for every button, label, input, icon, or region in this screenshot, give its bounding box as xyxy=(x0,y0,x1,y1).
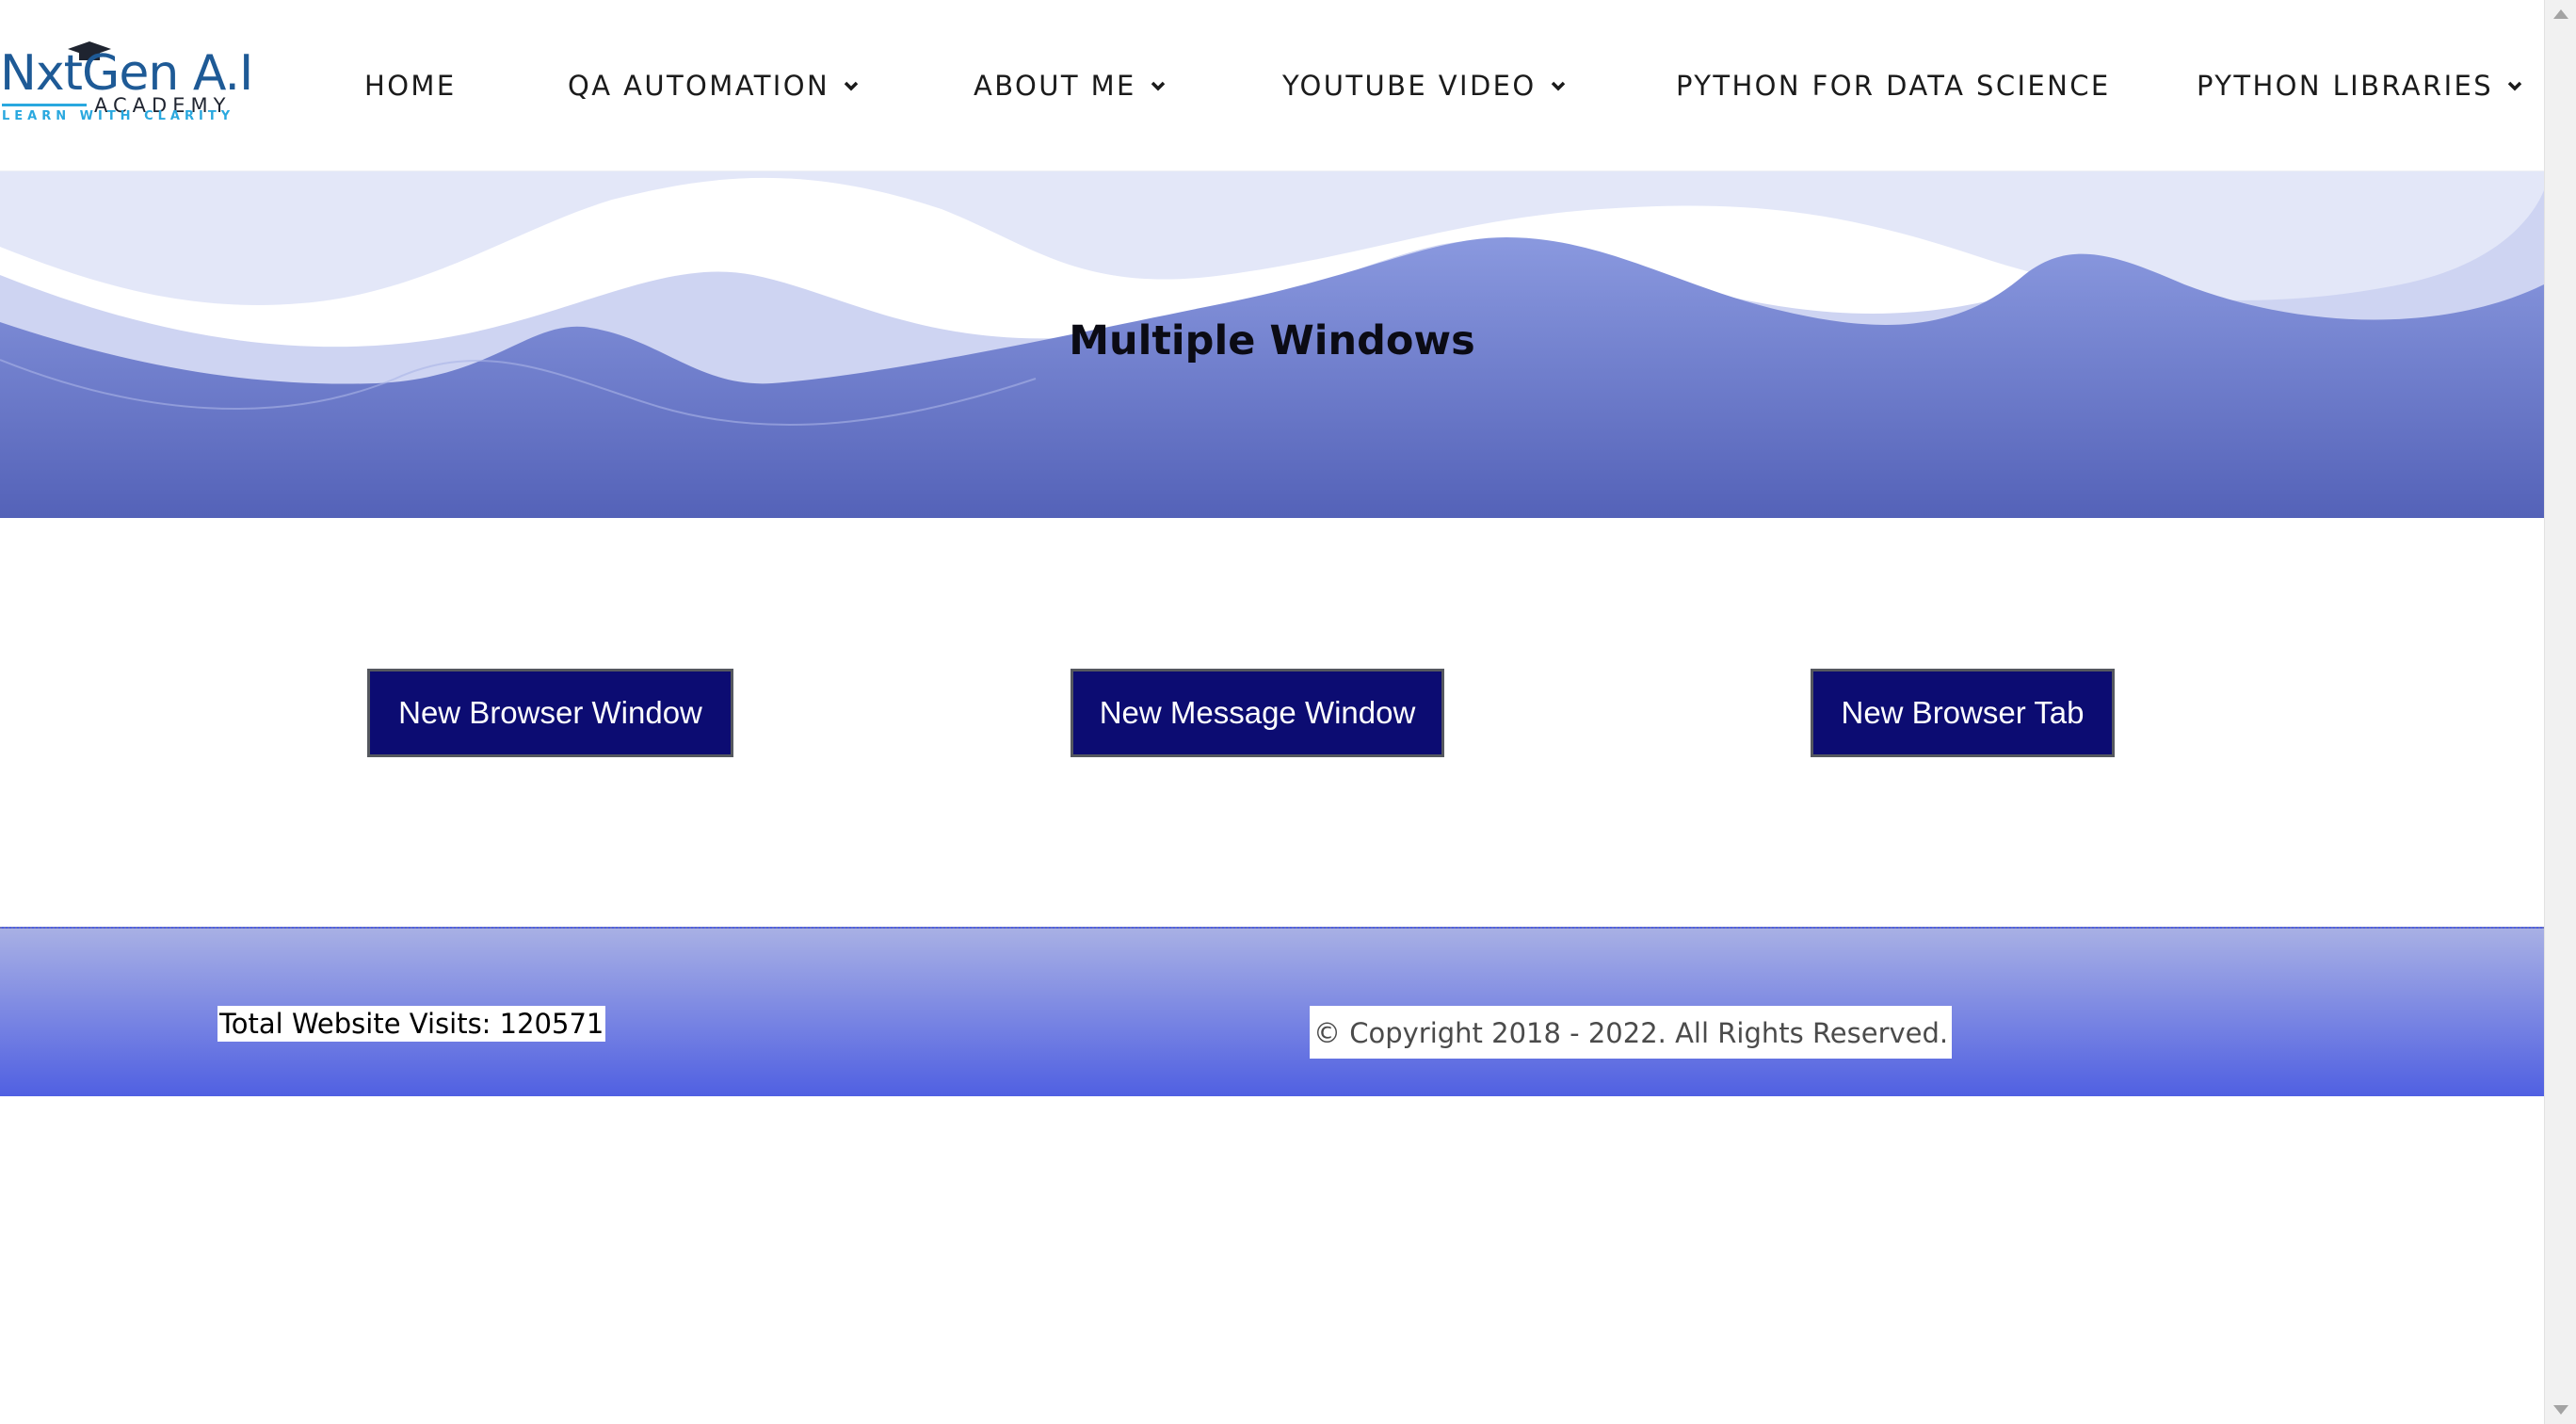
new-message-window-button[interactable]: New Message Window xyxy=(1071,669,1444,757)
chevron-down-icon xyxy=(2507,81,2522,91)
site-header: NxtGen A.I ACADEMY LEARN WITH CLARITY HO… xyxy=(0,0,2544,171)
site-footer: Total Website Visits: 120571 © Copyright… xyxy=(0,927,2544,1096)
nav-item-qa-automation[interactable]: QA AUTOMATION xyxy=(568,63,860,108)
chevron-down-icon xyxy=(844,81,859,91)
chevron-down-icon xyxy=(1551,81,1565,91)
nav-item-home[interactable]: HOME xyxy=(364,63,457,108)
new-browser-window-button[interactable]: New Browser Window xyxy=(367,669,733,757)
scroll-up-icon[interactable] xyxy=(2553,9,2568,19)
logo-main-text: NxtGen A.I xyxy=(0,45,253,102)
vertical-scrollbar[interactable] xyxy=(2544,0,2576,1424)
new-browser-tab-button[interactable]: New Browser Tab xyxy=(1811,669,2115,757)
nav-item-label: QA AUTOMATION xyxy=(568,70,830,102)
nav-item-label: YOUTUBE VIDEO xyxy=(1282,70,1537,102)
visit-counter: Total Website Visits: 120571 xyxy=(217,1006,606,1042)
nav-item-youtube-video[interactable]: YOUTUBE VIDEO xyxy=(1282,63,1567,108)
nav-item-label: HOME xyxy=(364,70,457,102)
copyright-text: © Copyright 2018 - 2022. All Rights Rese… xyxy=(1310,1006,1953,1059)
nav-item-label: ABOUT ME xyxy=(974,70,1136,102)
logo-tagline: LEARN WITH CLARITY xyxy=(2,109,235,123)
nav-item-python-for-data-science[interactable]: PYTHON FOR DATA SCIENCE xyxy=(1676,63,2111,108)
page-banner: Multiple Windows xyxy=(0,171,2544,518)
nav-item-label: PYTHON FOR DATA SCIENCE xyxy=(1676,70,2111,102)
chevron-down-icon xyxy=(1151,81,1166,91)
page: NxtGen A.I ACADEMY LEARN WITH CLARITY HO… xyxy=(0,0,2544,1424)
nav-item-python-libraries[interactable]: PYTHON LIBRARIES xyxy=(2197,63,2523,108)
page-title: Multiple Windows xyxy=(1069,317,1475,364)
nav-item-label: PYTHON LIBRARIES xyxy=(2197,70,2494,102)
scroll-down-icon[interactable] xyxy=(2553,1405,2568,1415)
nav-item-about-me[interactable]: ABOUT ME xyxy=(974,63,1167,108)
site-logo[interactable]: NxtGen A.I ACADEMY LEARN WITH CLARITY xyxy=(0,41,253,126)
logo-underline xyxy=(2,104,87,106)
